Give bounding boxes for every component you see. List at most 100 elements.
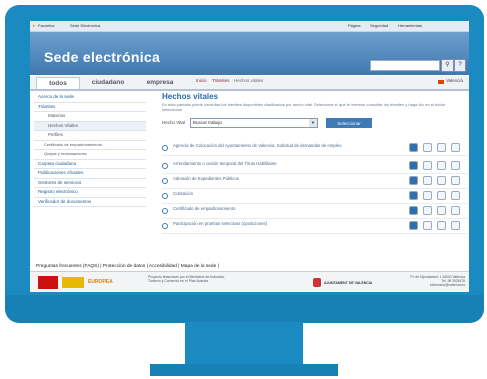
online-icon[interactable] — [409, 206, 418, 215]
content-title: Hechos vitales — [162, 92, 219, 101]
ayuntamiento-seal-icon — [313, 278, 321, 287]
help-icon[interactable] — [451, 221, 460, 230]
search-input[interactable] — [370, 60, 440, 71]
sidebar-item-materias[interactable]: Materias — [34, 112, 146, 122]
help-icon[interactable] — [451, 143, 460, 152]
monitor-stand-foot — [150, 364, 338, 376]
select-value: Buscar trabajo — [193, 120, 223, 125]
browser-toolbar: ★ Favoritos Sede Electrónica Página Segu… — [30, 21, 469, 32]
help-icon[interactable] — [451, 176, 460, 185]
sidebar-item-acerca[interactable]: Acerca de la sede — [34, 93, 146, 103]
procedure-actions — [409, 206, 467, 215]
sidebar-item-quejas[interactable]: Quejas y reclamaciones — [34, 150, 146, 160]
eu-logo: EUROPEA — [88, 279, 113, 285]
page-title: Sede electrónica — [44, 49, 161, 65]
menu-herramientas[interactable]: Herramientas — [398, 23, 422, 28]
monitor-bezel-bottom — [5, 295, 484, 323]
screen: ★ Favoritos Sede Electrónica Página Segu… — [30, 21, 469, 292]
procedure-actions — [409, 143, 467, 152]
procedure-row: Agencia de Colocación del Ayuntamiento d… — [162, 142, 467, 156]
sidebar-item-publicaciones[interactable]: Publicaciones oficiales — [34, 169, 146, 179]
download-icon[interactable] — [437, 221, 446, 230]
procedure-link[interactable]: Agencia de Colocación del Ayuntamiento d… — [173, 143, 373, 148]
sidebar-item-gestores[interactable]: Gestores de servicios — [34, 179, 146, 188]
procedure-actions — [409, 161, 467, 170]
sidebar-item-carpeta[interactable]: Carpeta ciudadana — [34, 160, 146, 169]
sidebar-item-registro[interactable]: Registro electrónico — [34, 188, 146, 198]
ministerio-logo — [62, 277, 84, 288]
download-icon[interactable] — [437, 143, 446, 152]
procedure-link[interactable]: Arrendamiento o cesión temporal del Títu… — [173, 161, 373, 166]
procedure-link[interactable]: Participación en pruebas selectivas (opo… — [173, 221, 373, 226]
download-icon[interactable] — [437, 161, 446, 170]
online-icon[interactable] — [409, 143, 418, 152]
favorites-star-icon[interactable]: ★ — [32, 23, 36, 28]
info-icon[interactable] — [423, 176, 432, 185]
favorites-label[interactable]: Favoritos — [38, 23, 54, 28]
procedure-row: Participación en pruebas selectivas (opo… — [162, 220, 467, 234]
sidebar-item-certificado[interactable]: Certificado de empadronamiento — [34, 141, 146, 150]
breadcrumb-inicio[interactable]: Inicio — [196, 78, 207, 83]
menu-pagina[interactable]: Página — [348, 23, 360, 28]
content-description: En esta pantalla puede consultar los trá… — [162, 102, 446, 112]
search-icon[interactable]: ⚲ — [441, 59, 454, 72]
info-icon[interactable] — [423, 143, 432, 152]
sidebar-item-tramites[interactable]: Trámites — [34, 103, 146, 112]
info-icon[interactable] — [423, 206, 432, 215]
procedure-row: Cotización — [162, 190, 467, 204]
bullet-icon — [162, 163, 168, 169]
site-header: Sede electrónica ⚲ ? — [30, 32, 469, 75]
seleccionar-button[interactable]: Seleccionar — [326, 118, 372, 128]
help-icon[interactable]: ? — [454, 59, 466, 72]
bullet-icon — [162, 178, 168, 184]
procedure-link[interactable]: Admisión de Expedientes Públicos — [173, 176, 373, 181]
menu-seguridad[interactable]: Seguridad — [370, 23, 388, 28]
hecho-vital-select[interactable]: Buscar trabajo ▼ — [190, 118, 318, 128]
sidebar-item-hechos-vitales[interactable]: Hechos Vitales — [34, 121, 146, 131]
breadcrumb-tramites[interactable]: Trámites — [212, 78, 229, 83]
procedure-row: Admisión de Expedientes Públicos — [162, 175, 467, 189]
online-icon[interactable] — [409, 191, 418, 200]
sidebar-item-perfiles[interactable]: Perfiles — [34, 131, 146, 141]
tab-todos[interactable]: todos — [36, 77, 80, 89]
info-icon[interactable] — [423, 191, 432, 200]
info-icon[interactable] — [423, 221, 432, 230]
online-icon[interactable] — [409, 176, 418, 185]
online-icon[interactable] — [409, 161, 418, 170]
help-icon[interactable] — [451, 191, 460, 200]
procedure-row: Certificado de empadronamiento — [162, 205, 467, 219]
help-icon[interactable] — [451, 206, 460, 215]
bullet-icon — [162, 208, 168, 214]
procedure-link[interactable]: Cotización — [173, 191, 373, 196]
chevron-down-icon[interactable]: ▼ — [309, 119, 317, 127]
sidebar-item-verificador[interactable]: Verificador de documentos — [34, 198, 146, 207]
ayuntamiento-name: AJUNTAMENT DE VALÈNCIA — [324, 281, 373, 285]
tab-empresa[interactable]: empresa — [138, 77, 182, 88]
download-icon[interactable] — [437, 191, 446, 200]
tab-bar: todos ciudadano empresa Inicio Trámites … — [30, 76, 469, 91]
browser-tab[interactable]: Sede Electrónica — [70, 23, 100, 28]
help-icon[interactable] — [451, 161, 460, 170]
gobierno-espana-logo — [38, 276, 58, 289]
bullet-icon — [162, 145, 168, 151]
footer-links[interactable]: Preguntas frecuentes (FAQS) | Protección… — [36, 264, 219, 269]
bullet-icon — [162, 193, 168, 199]
breadcrumb-current: Hechos vitales — [234, 78, 264, 83]
ayuntamiento-address: Pl. de l'Ajuntament, 1 46002 València Te… — [410, 275, 465, 287]
language-link[interactable]: Valencià — [446, 78, 463, 83]
procedure-actions — [409, 176, 467, 185]
procedure-actions — [409, 191, 467, 200]
tab-ciudadano[interactable]: ciudadano — [84, 77, 132, 88]
filter-label: Hecho Vital — [162, 120, 185, 125]
bullet-icon — [162, 223, 168, 229]
project-text: Proyecto financiado por el Ministerio de… — [148, 275, 225, 283]
language-flag-icon — [438, 80, 444, 84]
info-icon[interactable] — [423, 161, 432, 170]
online-icon[interactable] — [409, 221, 418, 230]
footer: EUROPEA Proyecto financiado por el Minis… — [30, 271, 469, 292]
procedure-actions — [409, 221, 467, 230]
procedure-link[interactable]: Certificado de empadronamiento — [173, 206, 373, 211]
download-icon[interactable] — [437, 206, 446, 215]
download-icon[interactable] — [437, 176, 446, 185]
procedure-row: Arrendamiento o cesión temporal del Títu… — [162, 160, 467, 174]
